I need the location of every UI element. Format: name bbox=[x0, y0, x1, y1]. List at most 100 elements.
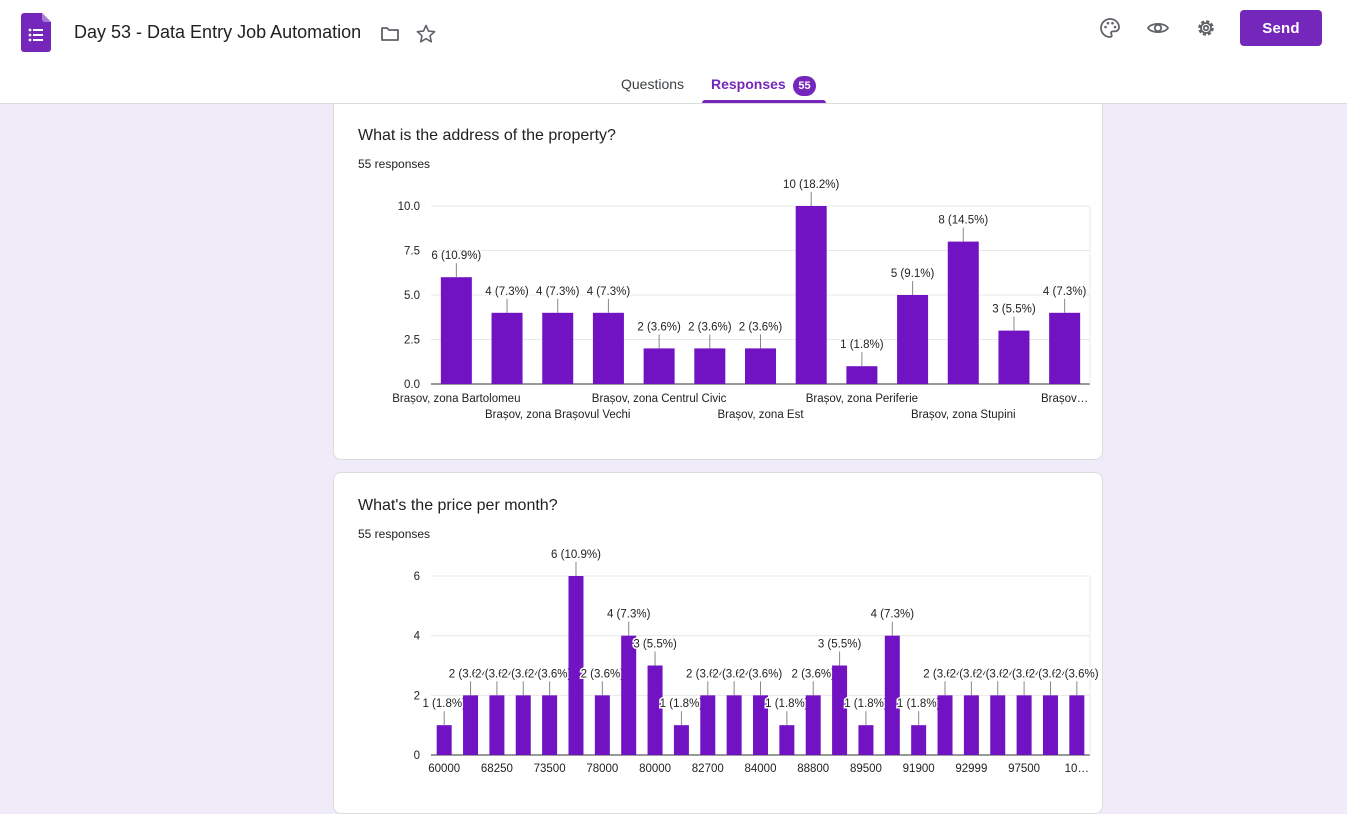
tab-responses[interactable]: Responses bbox=[711, 76, 786, 92]
x-tick-label: Brașov… bbox=[1041, 393, 1088, 405]
bar bbox=[568, 576, 584, 755]
data-label: 2 (3.6%) bbox=[581, 668, 625, 680]
data-label: 2 (3.6%) bbox=[637, 321, 681, 333]
y-tick-label: 6 bbox=[414, 571, 420, 583]
data-label: 4 (7.3%) bbox=[485, 286, 529, 298]
data-label: 1 (1.8%) bbox=[660, 698, 704, 710]
address-bar-chart: 0.0 2.5 5.0 7.5 10.0 6 (10.9%) 4 (7.3%) 4 (7.3%… bbox=[392, 178, 1091, 421]
bar bbox=[998, 330, 1030, 384]
bar bbox=[1049, 312, 1081, 384]
bar bbox=[1016, 695, 1032, 755]
bar bbox=[745, 348, 776, 384]
bar bbox=[440, 277, 472, 384]
x-tick-label: 88800 bbox=[797, 763, 829, 775]
price-bar-chart: 0 2 4 6 1 (1.8%) 2 (3.6%) 2 (3.6%) 2 (3.6%) 2 (3… bbox=[414, 548, 1101, 776]
x-tick-label: 60000 bbox=[428, 763, 460, 775]
document-title[interactable]: Day 53 - Data Entry Job Automation bbox=[74, 22, 361, 43]
bar bbox=[700, 695, 716, 755]
data-label: 4 (7.3%) bbox=[587, 286, 631, 298]
bar bbox=[673, 725, 689, 755]
bar bbox=[1042, 695, 1058, 755]
data-label: 1 (1.8%) bbox=[840, 339, 884, 351]
bar bbox=[779, 725, 795, 755]
y-tick-label: 2.5 bbox=[404, 335, 420, 347]
palette-icon[interactable] bbox=[1098, 16, 1122, 40]
x-tick-label: Brașov, zona Bartolomeu bbox=[392, 393, 520, 405]
x-tick-label: 92999 bbox=[955, 763, 987, 775]
bar bbox=[911, 725, 927, 755]
bar bbox=[463, 695, 479, 755]
tab-questions[interactable]: Questions bbox=[621, 76, 684, 92]
y-tick-label: 10.0 bbox=[398, 201, 420, 213]
bar bbox=[647, 665, 663, 755]
bar bbox=[990, 695, 1006, 755]
x-tick-label: Brașov, zona Periferie bbox=[806, 393, 918, 405]
y-tick-label: 5.0 bbox=[404, 290, 420, 302]
bar bbox=[963, 695, 979, 755]
data-label: 2 (3.6%) bbox=[739, 668, 783, 680]
data-label: 4 (7.3%) bbox=[1043, 286, 1087, 298]
y-tick-label: 2 bbox=[414, 690, 420, 702]
bar bbox=[937, 695, 953, 755]
data-label: 2 (3.6%) bbox=[688, 321, 732, 333]
bar bbox=[489, 695, 505, 755]
x-tick-label: 73500 bbox=[534, 763, 566, 775]
eye-icon[interactable] bbox=[1146, 16, 1170, 40]
y-tick-label: 0 bbox=[414, 750, 420, 762]
data-label: 2 (3.6%) bbox=[1055, 668, 1099, 680]
data-label: 4 (7.3%) bbox=[607, 609, 651, 621]
send-button[interactable]: Send bbox=[1240, 10, 1322, 46]
x-tick-label: Brașov, zona Centrul Civic bbox=[592, 393, 727, 405]
folder-icon[interactable] bbox=[378, 22, 402, 46]
y-tick-label: 7.5 bbox=[404, 246, 420, 258]
bar bbox=[947, 241, 979, 384]
bar bbox=[491, 312, 523, 384]
bar bbox=[542, 312, 574, 384]
data-label: 1 (1.8%) bbox=[422, 698, 466, 710]
bar bbox=[515, 695, 531, 755]
gear-icon[interactable] bbox=[1194, 16, 1218, 40]
data-label: 3 (5.5%) bbox=[818, 639, 862, 651]
x-tick-label: Brașov, zona Stupini bbox=[911, 409, 1016, 421]
bar bbox=[795, 206, 827, 384]
data-label: 2 (3.6%) bbox=[528, 668, 572, 680]
x-tick-label: 80000 bbox=[639, 763, 671, 775]
data-label: 5 (9.1%) bbox=[891, 268, 935, 280]
data-label: 10 (18.2%) bbox=[783, 179, 839, 191]
bar bbox=[592, 312, 624, 384]
bar bbox=[436, 725, 452, 755]
x-tick-label: 97500 bbox=[1008, 763, 1040, 775]
responses-count-badge: 55 bbox=[793, 76, 816, 96]
star-icon[interactable] bbox=[414, 22, 438, 46]
y-tick-label: 0.0 bbox=[404, 379, 420, 391]
bar bbox=[832, 665, 848, 755]
bar bbox=[846, 366, 878, 384]
data-label: 1 (1.8%) bbox=[897, 698, 941, 710]
top-bar: Day 53 - Data Entry Job Automation Send … bbox=[0, 0, 1347, 104]
data-label: 3 (5.5%) bbox=[633, 639, 677, 651]
bar bbox=[726, 695, 742, 755]
data-label: 1 (1.8%) bbox=[844, 698, 888, 710]
bar bbox=[1069, 695, 1085, 755]
bar bbox=[805, 695, 821, 755]
data-label: 2 (3.6%) bbox=[791, 668, 835, 680]
data-label: 2 (3.6%) bbox=[739, 321, 783, 333]
x-tick-label: 89500 bbox=[850, 763, 882, 775]
x-tick-label: 82700 bbox=[692, 763, 724, 775]
forms-app-icon[interactable] bbox=[21, 13, 51, 52]
x-tick-label: 78000 bbox=[586, 763, 618, 775]
bar bbox=[643, 348, 675, 384]
bar bbox=[897, 295, 929, 384]
data-label: 6 (10.9%) bbox=[551, 549, 601, 561]
bar bbox=[884, 635, 900, 755]
data-label: 4 (7.3%) bbox=[871, 609, 915, 621]
data-label: 1 (1.8%) bbox=[765, 698, 809, 710]
x-tick-label: Brașov, zona Brașovul Vechi bbox=[485, 409, 631, 421]
data-label: 6 (10.9%) bbox=[431, 250, 481, 262]
bar bbox=[594, 695, 610, 755]
bar bbox=[542, 695, 558, 755]
x-tick-label: 84000 bbox=[745, 763, 777, 775]
question-card-address: What is the address of the property? 55 … bbox=[333, 88, 1103, 460]
bar bbox=[694, 348, 726, 384]
x-tick-label: Brașov, zona Est bbox=[717, 409, 804, 421]
